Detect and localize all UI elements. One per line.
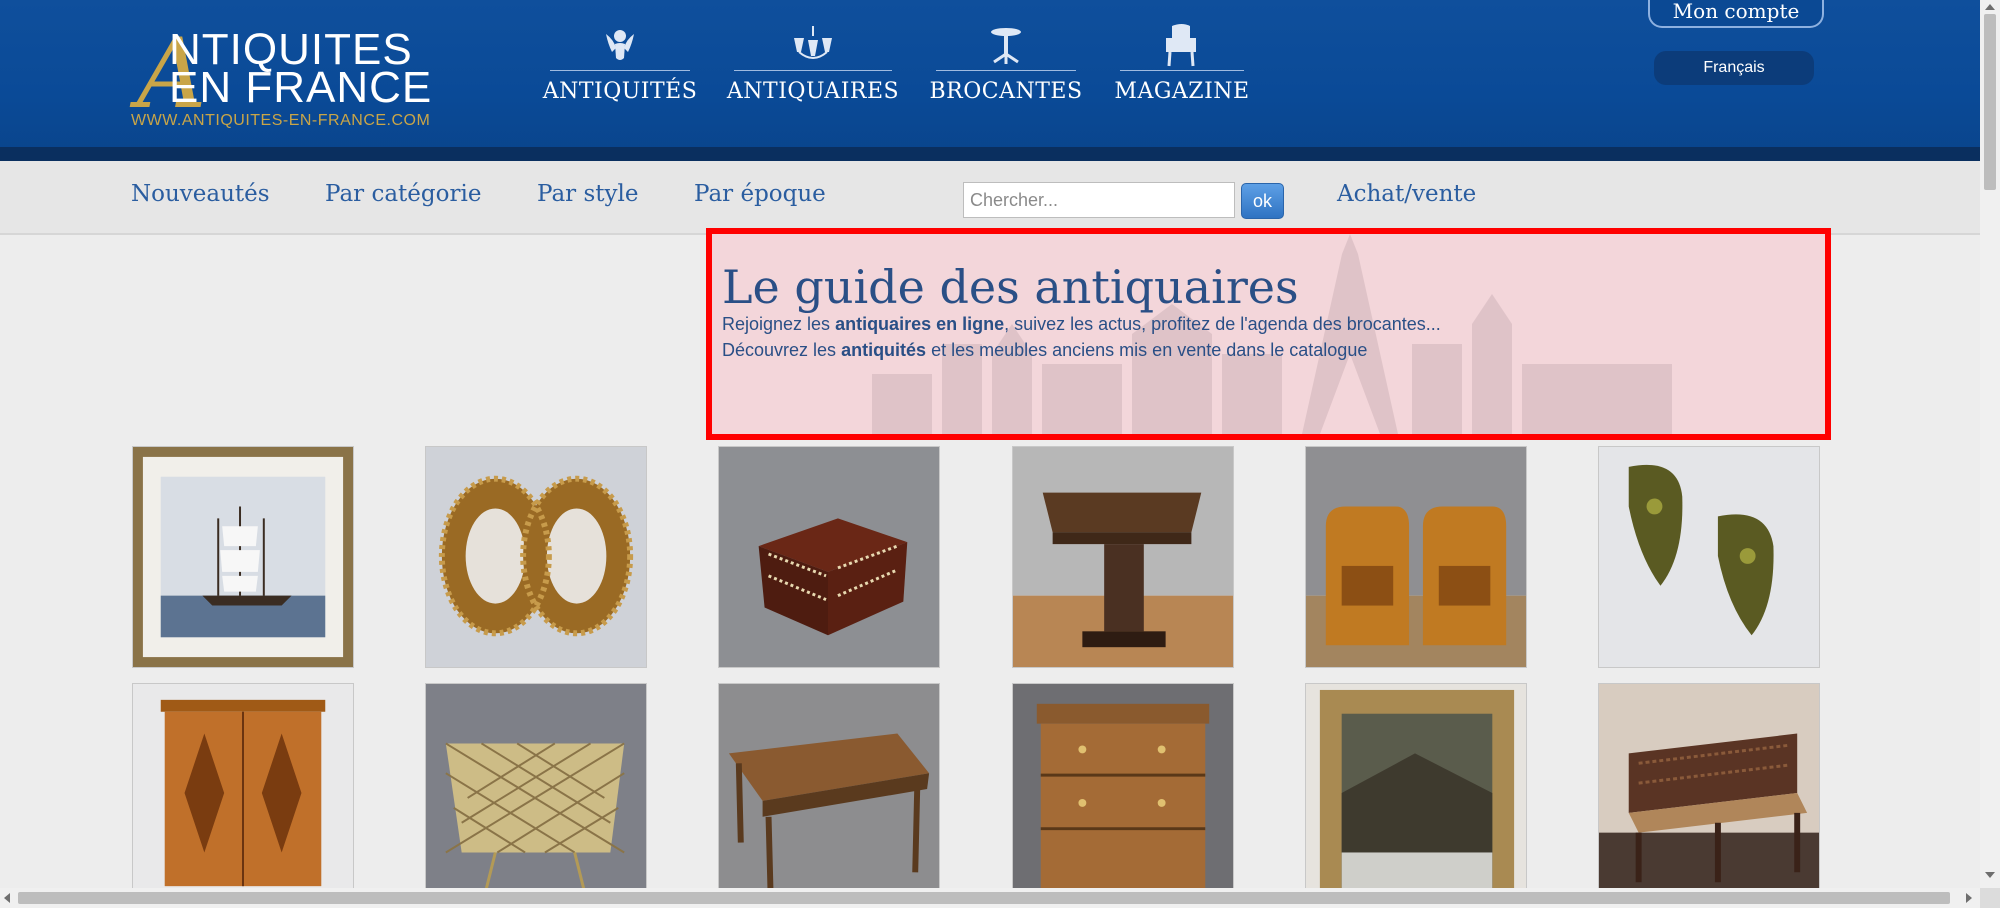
search-input[interactable] — [963, 182, 1235, 218]
main-nav-brocantes[interactable]: BROCANTES — [929, 24, 1082, 114]
sub-nav-achat-vente[interactable]: Achat/vente — [1337, 181, 1476, 207]
main-nav-antiquites[interactable]: ANTIQUITÉS — [543, 24, 697, 114]
main-nav-rule — [936, 70, 1076, 71]
product-thumb-chest-of-drawers[interactable] — [1012, 683, 1234, 905]
main-nav-rule — [1120, 70, 1244, 71]
product-thumb-armchairs[interactable] — [1305, 446, 1527, 668]
vertical-scroll-thumb[interactable] — [1984, 14, 1996, 190]
my-account-button[interactable]: Mon compte — [1648, 0, 1824, 28]
hero-line-2-post: et les meubles anciens mis en vente dans… — [926, 340, 1368, 360]
main-nav-label: ANTIQUAIRES — [726, 79, 900, 104]
horizontal-scrollbar[interactable] — [0, 888, 1980, 908]
hero-line-1: Rejoignez les antiquaires en ligne, suiv… — [722, 314, 1441, 335]
pedestal-table-icon — [976, 24, 1036, 68]
top-header: A NTIQUITES EN FRANCE WWW.ANTIQUITES-EN-… — [0, 0, 1980, 161]
hero-line-1-post: , suivez les actus, profitez de l'agenda… — [1004, 314, 1441, 334]
product-thumb-framed-painting[interactable] — [1305, 683, 1527, 905]
main-nav: ANTIQUITÉS ANTIQUAIRES BROCANTES MAGAZIN… — [543, 24, 1288, 114]
main-nav-label: MAGAZINE — [1114, 79, 1250, 104]
product-thumb-pedestal-table[interactable] — [1012, 446, 1234, 668]
hero-link-antiquites[interactable]: antiquités — [841, 340, 926, 360]
logo-line-2: EN FRANCE — [169, 63, 433, 112]
hero-title: Le guide des antiquaires — [722, 260, 1299, 314]
main-nav-magazine[interactable]: MAGAZINE — [1114, 24, 1249, 114]
main-nav-label: ANTIQUITÉS — [542, 79, 698, 104]
sub-nav-par-categorie[interactable]: Par catégorie — [325, 181, 481, 207]
product-thumb-ship-painting[interactable] — [132, 446, 354, 668]
main-nav-rule — [734, 70, 892, 71]
product-thumb-inlaid-box[interactable] — [718, 446, 940, 668]
cherub-icon — [590, 24, 650, 68]
main-nav-label: BROCANTES — [929, 79, 1083, 104]
hero-line-2: Découvrez les antiquités et les meubles … — [722, 340, 1367, 361]
sub-nav-nouveautes[interactable]: Nouveautés — [131, 181, 270, 207]
sub-nav-par-epoque[interactable]: Par époque — [694, 181, 826, 207]
chandelier-icon — [783, 24, 843, 68]
sub-nav-par-style[interactable]: Par style — [537, 181, 638, 207]
language-selector[interactable]: Français — [1654, 51, 1814, 85]
scroll-up-arrow-icon[interactable] — [1985, 4, 1995, 10]
scroll-right-arrow-icon[interactable] — [1966, 893, 1972, 903]
product-thumb-desk[interactable] — [718, 683, 940, 905]
logo-url: WWW.ANTIQUITES-EN-FRANCE.COM — [131, 112, 431, 129]
product-thumb-lattice-screen[interactable] — [425, 683, 647, 905]
vertical-scrollbar[interactable] — [1980, 0, 2000, 888]
product-thumb-iron-bench[interactable] — [1598, 683, 1820, 905]
armchair-icon — [1152, 24, 1212, 68]
horizontal-scroll-thumb[interactable] — [18, 892, 1950, 904]
hero-link-antiquaires[interactable]: antiquaires en ligne — [835, 314, 1004, 334]
hero-banner: Le guide des antiquaires Rejoignez les a… — [706, 228, 1831, 440]
site-logo[interactable]: A NTIQUITES EN FRANCE WWW.ANTIQUITES-EN-… — [131, 26, 441, 132]
main-nav-antiquaires[interactable]: ANTIQUAIRES — [727, 24, 899, 114]
scroll-left-arrow-icon[interactable] — [4, 893, 10, 903]
scrollbar-corner — [1980, 888, 2000, 908]
product-thumb-cameo-earrings[interactable] — [425, 446, 647, 668]
product-thumb-corner-cabinet[interactable] — [132, 683, 354, 905]
search-ok-button[interactable]: ok — [1241, 183, 1284, 219]
hero-line-2-pre: Découvrez les — [722, 340, 842, 360]
main-nav-rule — [550, 70, 690, 71]
product-thumb-wall-pockets[interactable] — [1598, 446, 1820, 668]
scroll-down-arrow-icon[interactable] — [1985, 872, 1995, 878]
hero-line-1-pre: Rejoignez les — [722, 314, 836, 334]
